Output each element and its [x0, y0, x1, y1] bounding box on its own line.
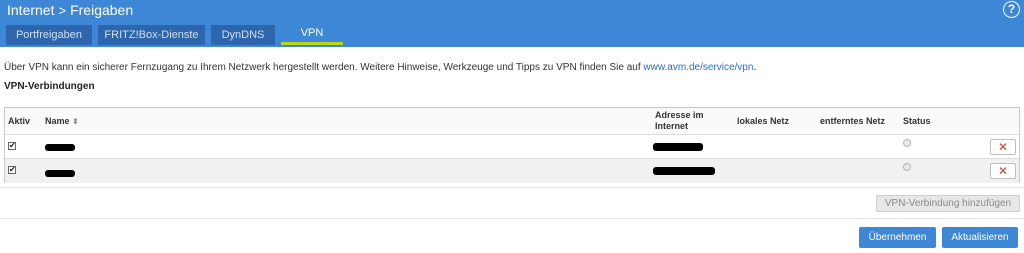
- refresh-button[interactable]: Aktualisieren: [942, 227, 1018, 248]
- add-vpn-connection-button[interactable]: VPN-Verbindung hinzufügen: [876, 195, 1020, 212]
- tab-portfreigaben[interactable]: Portfreigaben: [6, 25, 92, 45]
- delete-button[interactable]: ✕: [990, 139, 1016, 155]
- column-adresse-line2: Internet: [655, 121, 689, 131]
- column-adresse-line1: Adresse im: [655, 110, 704, 120]
- breadcrumb-page: Freigaben: [70, 2, 134, 18]
- redacted-name: [45, 170, 75, 177]
- column-adresse: Adresse im Internet: [655, 110, 704, 132]
- tab-fritzbox-dienste[interactable]: FRITZ!Box-Dienste: [98, 25, 205, 45]
- column-name[interactable]: Name ⬍: [45, 116, 79, 127]
- breadcrumb-section[interactable]: Internet: [7, 2, 54, 18]
- status-indicator-icon: [903, 163, 911, 171]
- column-entferntes-netz: entferntes Netz: [820, 116, 886, 126]
- redacted-address: [653, 167, 715, 175]
- delete-button[interactable]: ✕: [990, 163, 1016, 179]
- redacted-address: [653, 143, 703, 151]
- vpn-table: Aktiv Name ⬍ Adresse im Internet lokales…: [4, 107, 1020, 183]
- section-title: VPN-Verbindungen: [4, 81, 95, 92]
- sort-icon[interactable]: ⬍: [72, 117, 79, 126]
- breadcrumb-separator-icon: >: [58, 2, 67, 18]
- active-checkbox[interactable]: ✔: [8, 142, 16, 150]
- column-lokales-netz: lokales Netz: [737, 116, 790, 126]
- status-indicator-icon: [903, 139, 911, 147]
- divider: [0, 218, 1024, 219]
- redacted-name: [45, 144, 75, 151]
- table-header: Aktiv Name ⬍ Adresse im Internet lokales…: [5, 108, 1019, 135]
- divider: [0, 187, 1024, 188]
- tab-vpn[interactable]: VPN: [281, 24, 343, 45]
- table-row: ✔ ✕: [5, 159, 1019, 183]
- intro-text: Über VPN kann ein sicherer Fernzugang zu…: [4, 62, 756, 73]
- table-row: ✔ ✕: [5, 135, 1019, 159]
- column-name-label[interactable]: Name: [45, 116, 70, 126]
- top-header-bar: Internet > Freigaben ? Portfreigaben FRI…: [0, 0, 1024, 47]
- column-aktiv: Aktiv: [8, 116, 31, 126]
- apply-button[interactable]: Übernehmen: [859, 227, 936, 248]
- help-icon[interactable]: ?: [1003, 1, 1020, 18]
- tab-dyndns[interactable]: DynDNS: [211, 25, 275, 45]
- intro-suffix: .: [753, 62, 757, 73]
- breadcrumb: Internet > Freigaben: [7, 2, 133, 18]
- column-status: Status: [903, 116, 931, 126]
- active-checkbox[interactable]: ✔: [8, 166, 16, 174]
- intro-body: Über VPN kann ein sicherer Fernzugang zu…: [4, 62, 644, 73]
- avm-vpn-link[interactable]: www.avm.de/service/vpn: [643, 62, 753, 73]
